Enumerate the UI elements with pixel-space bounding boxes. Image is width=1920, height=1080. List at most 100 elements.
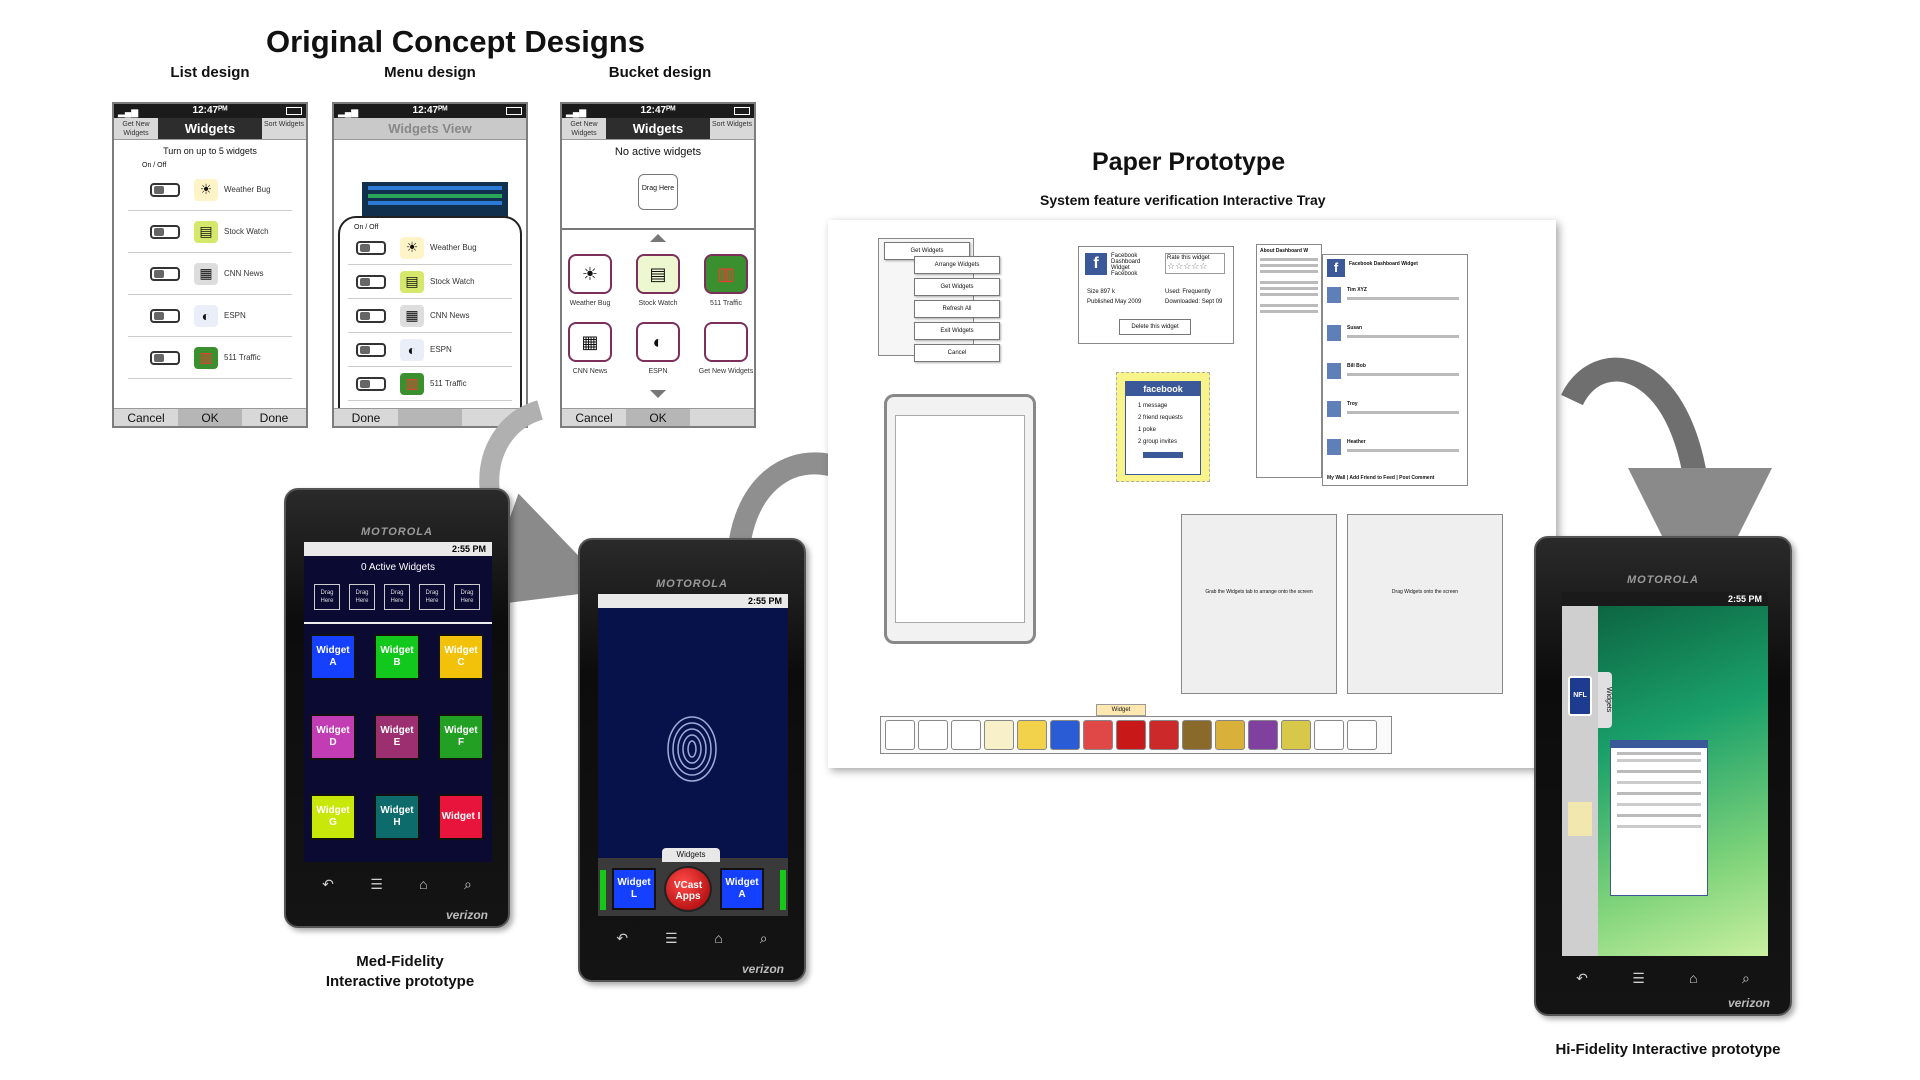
drag-here-slot[interactable]: Drag Here (314, 584, 340, 610)
search-icon[interactable]: ⌕ (760, 930, 768, 947)
feed-text-line (1347, 335, 1459, 338)
fb-widget-card[interactable] (1610, 740, 1708, 896)
fb-item[interactable]: 1 poke (1138, 424, 1197, 436)
feed-row: Susan (1327, 323, 1463, 359)
back-icon[interactable]: ↶ (616, 930, 628, 947)
back-icon[interactable]: ↶ (1576, 970, 1588, 987)
vcast-apps-button[interactable]: VCast Apps (664, 866, 712, 912)
status-bar: 2:55 PM (598, 594, 788, 608)
tray-slot[interactable] (984, 720, 1014, 750)
fingerprint-icon[interactable] (664, 714, 720, 784)
tray-slot[interactable] (1314, 720, 1344, 750)
tray-slot[interactable] (1017, 720, 1047, 750)
nfl-widget-icon[interactable]: NFL (1568, 676, 1592, 716)
widget-tile[interactable]: Widget A (310, 634, 356, 680)
divider (304, 622, 492, 624)
motorola-logo: MOTOROLA (1627, 574, 1699, 586)
tray-slot[interactable] (1182, 720, 1212, 750)
feed-text-line (1347, 297, 1459, 300)
rate-widget[interactable]: Rate this widget ☆☆☆☆☆ (1165, 253, 1225, 274)
delete-widget-button[interactable]: Delete this widget (1119, 319, 1191, 335)
drag-here-slot[interactable]: Drag Here (349, 584, 375, 610)
drag-here-slot[interactable]: Drag Here (384, 584, 410, 610)
side-widget-panel: NFL (1562, 606, 1598, 956)
tray-widget-l[interactable]: Widget L (612, 868, 656, 910)
home-icon[interactable]: ⌂ (419, 876, 427, 893)
fb-published: Published May 2009 (1087, 299, 1142, 305)
tray-slot[interactable] (1248, 720, 1278, 750)
maps-widget-icon[interactable] (1568, 802, 1592, 836)
widget-tile[interactable]: Widget I (438, 794, 484, 840)
active-widgets-text: 0 Active Widgets (361, 562, 435, 573)
get-widgets-item-2[interactable]: Get Widgets (914, 278, 1000, 296)
widgets-side-tab[interactable]: Widgets (1598, 672, 1612, 728)
softkeys: ↶ ☰ ⌂ ⌕ (598, 930, 786, 947)
avatar (1327, 363, 1341, 379)
feed-text-line (1347, 411, 1459, 414)
widget-tile[interactable]: Widget H (374, 794, 420, 840)
dashboard-footer[interactable]: My Wall | Add Friend to Feed | Post Comm… (1327, 475, 1463, 481)
motorola-logo: MOTOROLA (361, 526, 433, 538)
sketched-phone-screen (895, 415, 1025, 623)
feed-row: Troy (1327, 399, 1463, 435)
widget-tile[interactable]: Widget B (374, 634, 420, 680)
tray-slot[interactable] (951, 720, 981, 750)
tray-edge-left (600, 870, 606, 910)
arrange-widgets-item[interactable]: Arrange Widgets (914, 256, 1000, 274)
tray-slot[interactable] (1116, 720, 1146, 750)
about-card: About Dashboard W (1256, 244, 1322, 478)
sketched-phone (884, 394, 1036, 644)
fp-phone-screen: 2:55 PM Widgets Widget L VCast Apps Widg… (598, 594, 788, 916)
arrow-paper-to-hifi (1561, 357, 1772, 612)
tray-tab[interactable]: Widget (1096, 704, 1146, 716)
menu-icon[interactable]: ☰ (1632, 970, 1645, 987)
tray-slot[interactable] (918, 720, 948, 750)
tray-slot[interactable] (1149, 720, 1179, 750)
back-icon[interactable]: ↶ (322, 876, 334, 893)
tray-slot[interactable] (1050, 720, 1080, 750)
exit-widgets-item[interactable]: Exit Widgets (914, 322, 1000, 340)
tray-slot[interactable] (885, 720, 915, 750)
tray-widget-a[interactable]: Widget A (720, 868, 764, 910)
med-fidelity-phone: MOTOROLA 2:55 PM 0 Active Widgets Drag H… (284, 488, 510, 928)
facebook-icon: f (1085, 253, 1107, 275)
menu-icon[interactable]: ☰ (370, 876, 383, 893)
avatar (1327, 325, 1341, 341)
caption-line-2: Interactive prototype (325, 973, 475, 990)
avatar (1327, 401, 1341, 417)
widget-tile[interactable]: Widget D (310, 714, 356, 760)
avatar (1327, 439, 1341, 455)
fb-item[interactable]: 2 friend requests (1138, 412, 1197, 424)
fb-widget-frame: facebook 1 message 2 friend requests 1 p… (1125, 381, 1201, 475)
tray-slot[interactable] (1347, 720, 1377, 750)
fb-card-title: Facebook Dashboard Widget (1111, 253, 1141, 271)
rating-stars[interactable]: ☆☆☆☆☆ (1167, 261, 1223, 272)
fb-sticky-widget: facebook 1 message 2 friend requests 1 p… (1116, 372, 1210, 482)
drag-here-slot[interactable]: Drag Here (454, 584, 480, 610)
tray-slot[interactable] (1281, 720, 1311, 750)
home-icon[interactable]: ⌂ (714, 930, 722, 947)
widget-tile[interactable]: Widget F (438, 714, 484, 760)
fb-size: Size 897 k (1087, 289, 1116, 295)
fb-widget-info-card: f Facebook Dashboard Widget Facebook Rat… (1078, 246, 1234, 344)
about-title: About Dashboard W (1260, 248, 1309, 254)
widget-tile[interactable]: Widget G (310, 794, 356, 840)
cancel-item[interactable]: Cancel (914, 344, 1000, 362)
refresh-all-item[interactable]: Refresh All (914, 300, 1000, 318)
fb-refresh-button[interactable] (1143, 452, 1183, 458)
tray-slot[interactable] (1083, 720, 1113, 750)
home-icon[interactable]: ⌂ (1689, 970, 1697, 987)
drag-here-slot[interactable]: Drag Here (419, 584, 445, 610)
widget-tile[interactable]: Widget E (374, 714, 420, 760)
tray-slot[interactable] (1215, 720, 1245, 750)
fb-item[interactable]: 1 message (1138, 400, 1197, 412)
widget-tile[interactable]: Widget C (438, 634, 484, 680)
widget-tray (880, 716, 1392, 754)
softkeys: ↶ ☰ ⌂ ⌕ (304, 876, 490, 893)
menu-icon[interactable]: ☰ (665, 930, 678, 947)
fb-item[interactable]: 2 group invites (1138, 436, 1197, 448)
search-icon[interactable]: ⌕ (1742, 970, 1750, 987)
tray-tab[interactable]: Widgets (662, 848, 720, 862)
search-icon[interactable]: ⌕ (464, 876, 472, 893)
grab-widgets-panel: Grab the Widgets tab to arrange onto the… (1181, 514, 1337, 694)
